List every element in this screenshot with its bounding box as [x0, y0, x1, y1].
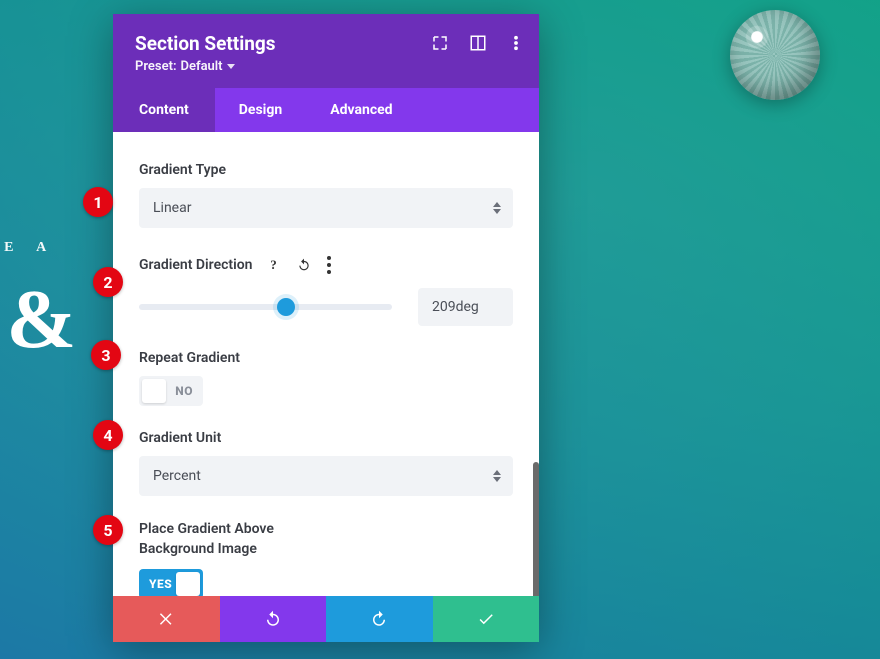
annotation-2: 2: [93, 267, 123, 297]
tab-design[interactable]: Design: [215, 88, 306, 132]
input-gradient-direction[interactable]: 209deg: [418, 288, 513, 326]
label-gradient-type: Gradient Type: [139, 162, 513, 178]
label-gradient-direction-text: Gradient Direction: [139, 257, 253, 273]
annotation-5: 5: [93, 515, 123, 545]
bg-headline: l &: [0, 276, 77, 364]
panel-footer: [113, 596, 539, 642]
field-gradient-unit: Gradient Unit Percent: [139, 430, 513, 496]
toggle-repeat-gradient[interactable]: NO: [139, 376, 203, 406]
cancel-button[interactable]: [113, 596, 220, 642]
save-button[interactable]: [433, 596, 540, 642]
undo-button[interactable]: [220, 596, 327, 642]
label-repeat-gradient: Repeat Gradient: [139, 350, 513, 366]
help-icon[interactable]: ?: [263, 254, 285, 276]
tab-content[interactable]: Content: [113, 88, 215, 132]
scrollbar-thumb[interactable]: [533, 462, 539, 596]
toggle-repeat-gradient-state: NO: [175, 384, 193, 398]
undo-icon: [264, 610, 282, 628]
bg-tagline: OME A: [0, 240, 77, 256]
select-gradient-type[interactable]: Linear: [139, 188, 513, 228]
input-gradient-direction-value: 209deg: [432, 299, 479, 315]
bg-hero-text: OME A l &: [0, 240, 77, 364]
slider-thumb[interactable]: [277, 298, 295, 316]
annotation-4: 4: [93, 420, 123, 450]
field-gradient-direction: Gradient Direction ? 209deg: [139, 252, 513, 326]
kebab-menu-icon[interactable]: [507, 34, 525, 52]
preset-value: Default: [180, 59, 222, 74]
field-place-above: Place Gradient Above Background Image YE…: [139, 520, 513, 596]
expand-icon[interactable]: [431, 34, 449, 52]
settings-panel: Section Settings Preset: Default Content…: [113, 14, 539, 642]
select-gradient-unit[interactable]: Percent: [139, 456, 513, 496]
toggle-knob: [142, 379, 166, 403]
preset-selector[interactable]: Preset: Default: [135, 59, 517, 74]
select-gradient-type-value: Linear: [153, 200, 191, 216]
header-actions: [431, 34, 525, 52]
select-gradient-unit-value: Percent: [153, 468, 201, 484]
redo-icon: [370, 610, 388, 628]
label-place-above: Place Gradient Above Background Image: [139, 520, 513, 559]
bg-decoration: [730, 10, 820, 100]
select-arrows-icon: [493, 202, 501, 214]
panel-header: Section Settings Preset: Default: [113, 14, 539, 88]
annotation-3: 3: [91, 340, 121, 370]
tab-advanced[interactable]: Advanced: [306, 88, 416, 132]
label-gradient-unit: Gradient Unit: [139, 430, 513, 446]
close-icon: [157, 610, 175, 628]
toggle-place-above[interactable]: YES: [139, 569, 203, 596]
kebab-menu-icon[interactable]: [323, 252, 335, 278]
preset-prefix: Preset:: [135, 59, 176, 74]
toggle-place-above-state: YES: [149, 577, 172, 591]
label-place-above-line1: Place Gradient Above: [139, 520, 513, 540]
redo-button[interactable]: [326, 596, 433, 642]
check-icon: [477, 610, 495, 628]
tab-bar: Content Design Advanced: [113, 88, 539, 132]
panel-body: Gradient Type Linear Gradient Direction …: [113, 132, 539, 596]
label-gradient-direction: Gradient Direction ?: [139, 252, 513, 278]
reset-icon[interactable]: [293, 254, 315, 276]
field-gradient-type: Gradient Type Linear: [139, 162, 513, 228]
annotation-1: 1: [83, 187, 113, 217]
toggle-knob: [176, 572, 200, 596]
slider-track: [139, 304, 392, 310]
label-place-above-line2: Background Image: [139, 540, 513, 560]
field-repeat-gradient: Repeat Gradient NO: [139, 350, 513, 406]
column-layout-icon[interactable]: [469, 34, 487, 52]
select-arrows-icon: [493, 470, 501, 482]
slider-gradient-direction[interactable]: [139, 297, 392, 317]
caret-down-icon: [227, 64, 235, 69]
